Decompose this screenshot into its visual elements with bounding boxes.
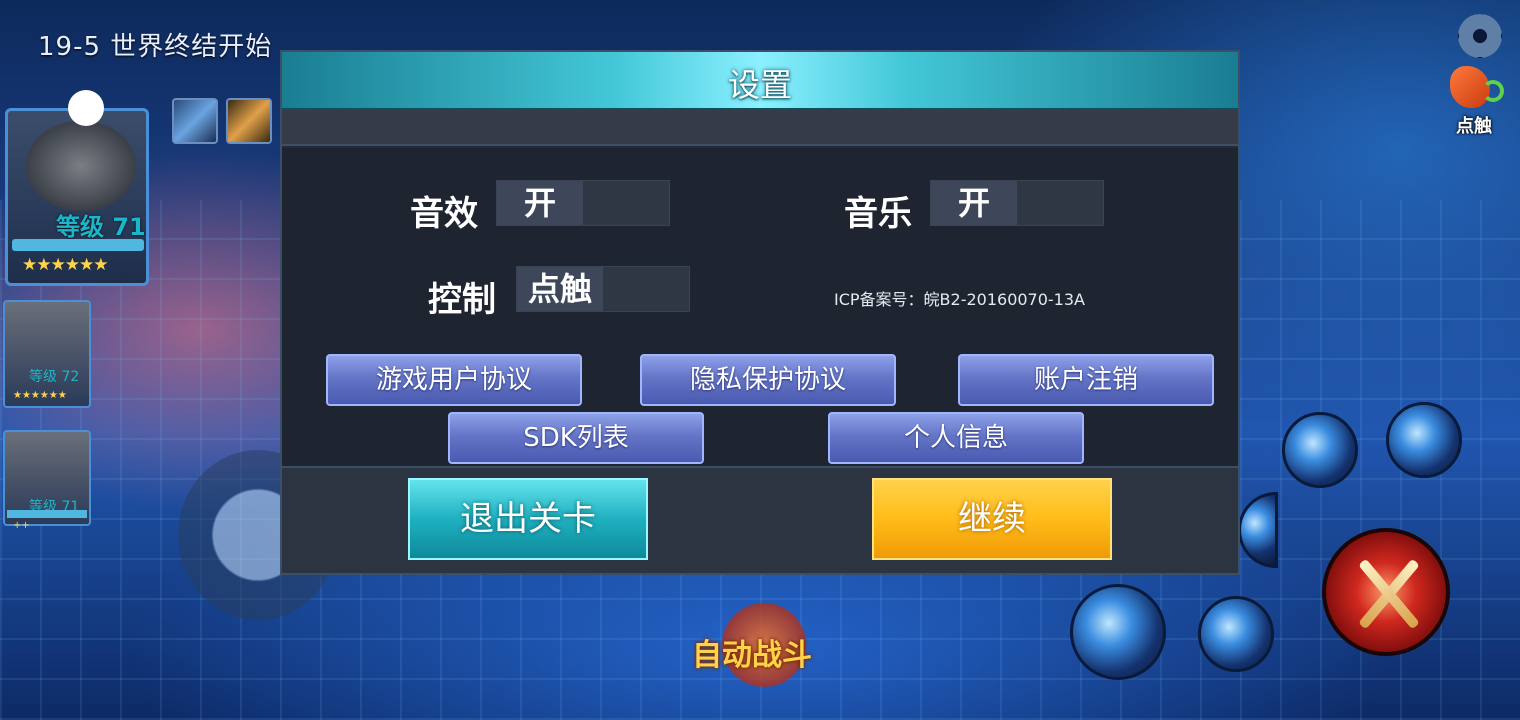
hero-hp-bar	[7, 510, 87, 518]
equip-slot-1[interactable]	[172, 98, 218, 144]
music-label: 音乐	[844, 194, 912, 234]
exit-stage-button[interactable]: 退出关卡	[408, 478, 648, 560]
control-label: 控制	[428, 280, 496, 320]
music-toggle[interactable]: 开	[930, 180, 1104, 226]
dialog-header: 设置	[282, 52, 1238, 110]
hero-stars: ★★★★★★	[22, 255, 108, 275]
attack-button[interactable]	[1322, 528, 1450, 656]
privacy-agreement-button[interactable]: 隐私保护协议	[640, 354, 896, 406]
sound-effect-toggle[interactable]: 开	[496, 180, 670, 226]
account-cancel-button[interactable]: 账户注销	[958, 354, 1214, 406]
control-toggle[interactable]: 点触	[516, 266, 690, 312]
settings-dialog: 设置 音效 开 音乐 开 控制 点触 ICP备案号：皖B2-20160070-1…	[280, 50, 1240, 575]
skill-button-5[interactable]	[1198, 596, 1274, 672]
hero-stars: ++	[13, 520, 30, 531]
hero-level: 等级 71	[56, 213, 146, 241]
continue-button[interactable]: 继续	[872, 478, 1112, 560]
skill-button-2[interactable]	[1386, 402, 1462, 478]
music-value: 开	[931, 181, 1017, 225]
touch-mode-button[interactable]: 点触	[1444, 62, 1506, 137]
touch-indicator	[68, 90, 104, 126]
equip-slot-2[interactable]	[226, 98, 272, 144]
hero-hp-bar	[12, 239, 144, 251]
auto-battle-label: 自动战斗	[692, 638, 812, 673]
personal-info-button[interactable]: 个人信息	[828, 412, 1084, 464]
hero-portrait-main[interactable]: 等级 71 ★★★★★★	[5, 108, 149, 286]
gear-icon[interactable]	[1458, 14, 1502, 58]
auto-battle-button[interactable]: 自动战斗	[690, 600, 840, 696]
hero-stars: ★★★★★★	[13, 390, 67, 401]
hero-face	[26, 121, 136, 211]
touch-mode-label: 点触	[1456, 116, 1492, 137]
icp-number: ICP备案号：皖B2-20160070-13A	[834, 290, 1085, 309]
hero-portrait-2[interactable]: 等级 72 ★★★★★★	[3, 300, 91, 408]
stage-title: 19-5 世界终结开始	[38, 32, 273, 62]
control-value: 点触	[517, 267, 603, 311]
sound-effect-value: 开	[497, 181, 583, 225]
skill-button-4[interactable]	[1070, 584, 1166, 680]
skill-button-1[interactable]	[1282, 412, 1358, 488]
hero-level: 等级 72	[29, 369, 80, 385]
sound-effect-label: 音效	[410, 194, 478, 234]
sdk-list-button[interactable]: SDK列表	[448, 412, 704, 464]
hero-portrait-3[interactable]: 等级 71 ++	[3, 430, 91, 531]
dialog-header-strip	[282, 110, 1238, 146]
dialog-title: 设置	[727, 66, 792, 104]
user-agreement-button[interactable]: 游戏用户协议	[326, 354, 582, 406]
switch-icon	[1482, 80, 1504, 102]
